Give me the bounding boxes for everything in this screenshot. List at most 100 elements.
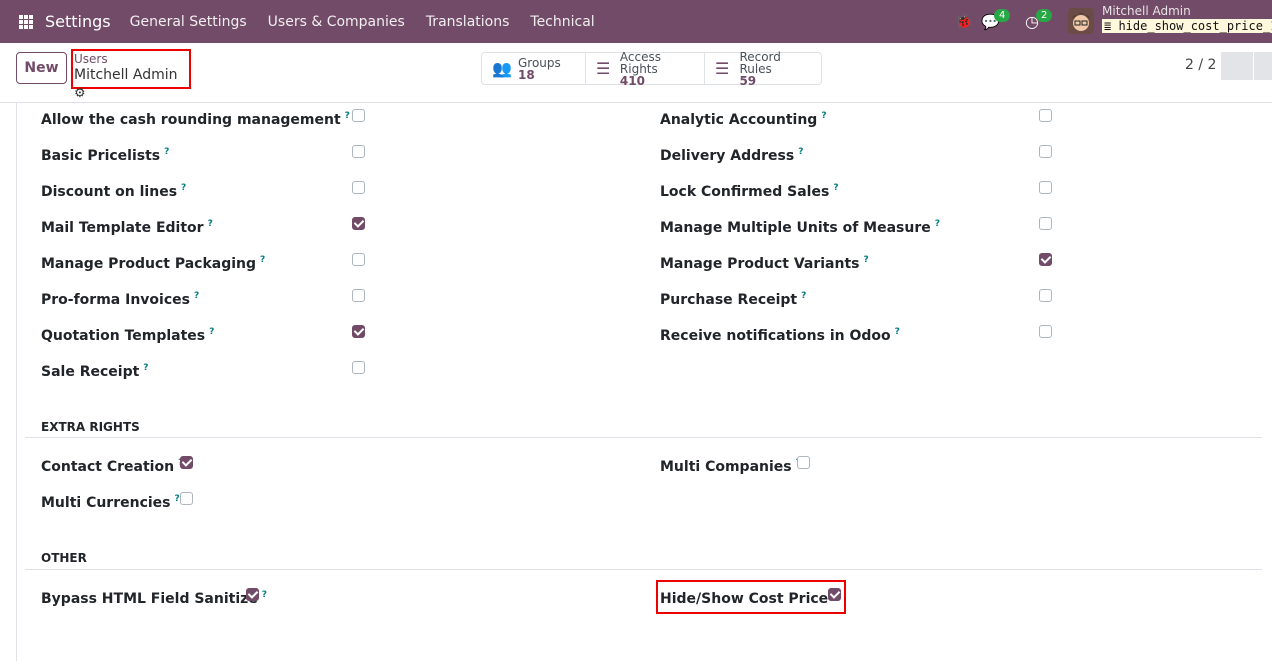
field-label: Manage Multiple Units of Measure: [660, 220, 931, 236]
field-row: Delivery Address?: [660, 142, 803, 164]
messages-icon[interactable]: 💬: [981, 0, 1000, 43]
apps-menu-icon[interactable]: [19, 14, 33, 29]
field-label: Manage Product Variants: [660, 256, 860, 272]
field-row: Contact Creation?: [41, 453, 183, 475]
menu-general-settings[interactable]: General Settings: [130, 14, 247, 30]
field-label: Lock Confirmed Sales: [660, 184, 830, 200]
field-label: Receive notifications in Odoo: [660, 328, 891, 344]
field-row: Sale Receipt?: [41, 358, 149, 380]
checkbox[interactable]: [352, 325, 365, 338]
field-label: Multi Companies: [660, 459, 792, 475]
record-rules-label: Record Rules: [739, 49, 781, 76]
groups-button[interactable]: 👥 Groups 18: [482, 53, 586, 84]
help-tooltip-icon[interactable]: ?: [164, 147, 169, 157]
help-tooltip-icon[interactable]: ?: [833, 183, 838, 193]
checkbox[interactable]: [352, 181, 365, 194]
field-label: Pro-forma Invoices: [41, 292, 190, 308]
debug-bug-icon[interactable]: 🐞: [955, 0, 972, 43]
field-row: Discount on lines?: [41, 178, 186, 200]
checkbox[interactable]: [352, 361, 365, 374]
avatar[interactable]: [1068, 8, 1094, 34]
checkbox[interactable]: [1039, 109, 1052, 122]
checkbox[interactable]: [352, 253, 365, 266]
groups-count: 18: [518, 67, 535, 82]
field-row: Allow the cash rounding management?: [41, 106, 350, 128]
field-row: Mail Template Editor?: [41, 214, 213, 236]
pager-value[interactable]: 2 / 2: [1185, 57, 1216, 73]
help-tooltip-icon[interactable]: ?: [208, 219, 213, 229]
help-tooltip-icon[interactable]: ?: [798, 147, 803, 157]
checkbox[interactable]: [1039, 217, 1052, 230]
checkbox[interactable]: [1039, 289, 1052, 302]
form-sheet: [16, 103, 1272, 661]
pager-previous-button[interactable]: [1221, 52, 1253, 80]
field-row: Pro-forma Invoices?: [41, 286, 199, 308]
field-label: Mail Template Editor: [41, 220, 204, 236]
record-rules-button[interactable]: ☰ Record Rules 59: [705, 49, 821, 88]
checkbox[interactable]: [246, 588, 259, 601]
help-tooltip-icon[interactable]: ?: [194, 291, 199, 301]
record-rules-count: 59: [739, 73, 757, 88]
help-tooltip-icon[interactable]: ?: [260, 255, 265, 265]
breadcrumb-current: Mitchell Admin: [74, 67, 178, 83]
users-icon: 👥: [492, 58, 512, 78]
help-tooltip-icon[interactable]: ?: [935, 219, 940, 229]
field-label: Manage Product Packaging: [41, 256, 257, 272]
help-tooltip-icon[interactable]: ?: [181, 183, 186, 193]
pager-next-button[interactable]: [1254, 52, 1272, 80]
messages-badge: 4: [994, 9, 1011, 22]
help-tooltip-icon[interactable]: ?: [863, 255, 868, 265]
app-title[interactable]: Settings: [45, 12, 111, 31]
field-row: Basic Pricelists?: [41, 142, 169, 164]
gear-icon[interactable]: ⚙: [74, 86, 86, 101]
menu-technical[interactable]: Technical: [530, 14, 594, 30]
field-label: Multi Currencies: [41, 495, 171, 511]
checkbox[interactable]: [797, 456, 810, 469]
field-label: Quotation Templates: [41, 328, 206, 344]
menu-translations[interactable]: Translations: [426, 14, 510, 30]
user-name[interactable]: Mitchell Admin: [1102, 4, 1191, 18]
help-tooltip-icon[interactable]: ?: [821, 111, 826, 121]
help-tooltip-icon[interactable]: ?: [143, 363, 148, 373]
new-button[interactable]: New: [16, 52, 67, 84]
checkbox[interactable]: [352, 217, 365, 230]
activities-badge: 2: [1036, 9, 1053, 22]
checkbox[interactable]: [180, 456, 193, 469]
help-tooltip-icon[interactable]: ?: [175, 494, 180, 504]
list-ul-icon: ☰: [715, 58, 730, 78]
field-row: Analytic Accounting?: [660, 106, 827, 128]
checkbox[interactable]: [1039, 325, 1052, 338]
help-tooltip-icon[interactable]: ?: [801, 291, 806, 301]
checkbox[interactable]: [1039, 181, 1052, 194]
checkbox[interactable]: [352, 145, 365, 158]
highlight-box: [656, 580, 846, 614]
top-navbar: Settings General Settings Users & Compan…: [0, 0, 1272, 43]
field-label: Delivery Address: [660, 148, 795, 164]
section-extra-rights: EXTRA RIGHTS: [41, 420, 140, 434]
control-panel: New Users Mitchell Admin ⚙ 👥 Groups 18 ☰ Ac…: [0, 43, 1272, 103]
field-label: Sale Receipt: [41, 364, 140, 380]
field-label: Allow the cash rounding management: [41, 112, 341, 128]
checkbox[interactable]: [180, 492, 193, 505]
help-tooltip-icon[interactable]: ?: [262, 590, 267, 600]
menu-users-companies[interactable]: Users & Companies: [268, 14, 405, 30]
checkbox[interactable]: [352, 109, 365, 122]
checkbox[interactable]: [352, 289, 365, 302]
activities-clock-icon[interactable]: ◷: [1025, 0, 1039, 43]
breadcrumb-users[interactable]: Users: [74, 53, 189, 66]
help-tooltip-icon[interactable]: ?: [345, 111, 350, 121]
checkbox[interactable]: [1039, 253, 1052, 266]
help-tooltip-icon[interactable]: ?: [209, 327, 214, 337]
divider: [25, 437, 1262, 438]
access-rights-button[interactable]: ☰ Access Rights 410: [586, 51, 705, 88]
help-tooltip-icon[interactable]: ?: [895, 327, 900, 337]
checkbox[interactable]: [1039, 145, 1052, 158]
breadcrumb: Users Mitchell Admin ⚙: [71, 49, 191, 101]
database-icon: ≣: [1104, 19, 1119, 33]
field-label: Discount on lines: [41, 184, 178, 200]
access-rights-count: 410: [619, 73, 645, 88]
field-row: Manage Product Packaging?: [41, 250, 265, 272]
list-icon: ☰: [596, 58, 611, 78]
field-label: Bypass HTML Field Sanitize: [41, 591, 258, 607]
field-row: Manage Product Variants?: [660, 250, 869, 272]
